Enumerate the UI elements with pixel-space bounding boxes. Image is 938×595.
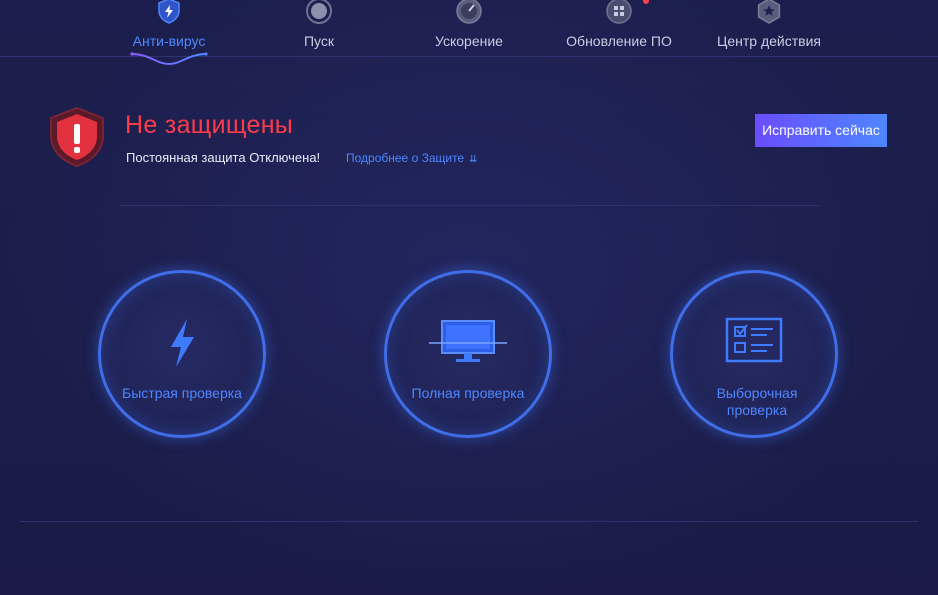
apps-grid-icon <box>606 0 632 24</box>
tab-label: Обновление ПО <box>566 33 672 49</box>
tab-startup[interactable]: Пуск <box>244 0 394 56</box>
top-navigation: Анти-вирус Пуск Ускорение Обновление ПО … <box>0 0 938 66</box>
warning-shield-icon <box>50 106 104 168</box>
tab-label: Центр действия <box>717 33 821 49</box>
protection-status-description: Постоянная защита Отключена! <box>126 150 321 165</box>
scan-label: Быстрая проверка <box>122 385 242 401</box>
double-chevron-down-icon: ⇊ <box>469 154 478 165</box>
protection-details-link-label: Подробнее о Защите <box>346 151 465 165</box>
tab-antivirus[interactable]: Анти-вирус <box>94 0 244 66</box>
tab-speedup[interactable]: Ускорение <box>394 0 544 56</box>
scan-label: Полная проверка <box>411 385 525 401</box>
boost-circle-icon <box>306 0 332 24</box>
active-tab-indicator <box>130 52 208 66</box>
scan-label: Выборочная проверка <box>716 385 798 418</box>
divider <box>20 521 918 522</box>
shield-bolt-icon <box>158 0 180 24</box>
hexagon-star-icon <box>757 0 781 24</box>
lightning-icon <box>171 319 194 367</box>
tab-software-update[interactable]: Обновление ПО <box>544 0 694 56</box>
checklist-icon <box>725 317 783 363</box>
full-scan-button[interactable]: Полная проверка <box>384 270 552 438</box>
tab-label: Ускорение <box>435 33 503 49</box>
notification-dot <box>643 0 649 4</box>
fix-now-button[interactable]: Исправить сейчас <box>755 114 887 147</box>
speedometer-icon <box>456 0 482 24</box>
quick-scan-button[interactable]: Быстрая проверка <box>98 270 266 438</box>
divider <box>120 205 820 206</box>
tab-label: Пуск <box>303 33 335 49</box>
tab-label: Анти-вирус <box>132 33 206 49</box>
tab-action-center[interactable]: Центр действия <box>694 0 844 56</box>
custom-scan-button[interactable]: Выборочная проверка <box>670 270 838 438</box>
protection-details-link[interactable]: Подробнее о Защите ⇊ <box>346 151 478 165</box>
protection-status-title: Не защищены <box>125 111 294 139</box>
monitor-icon <box>429 320 507 362</box>
